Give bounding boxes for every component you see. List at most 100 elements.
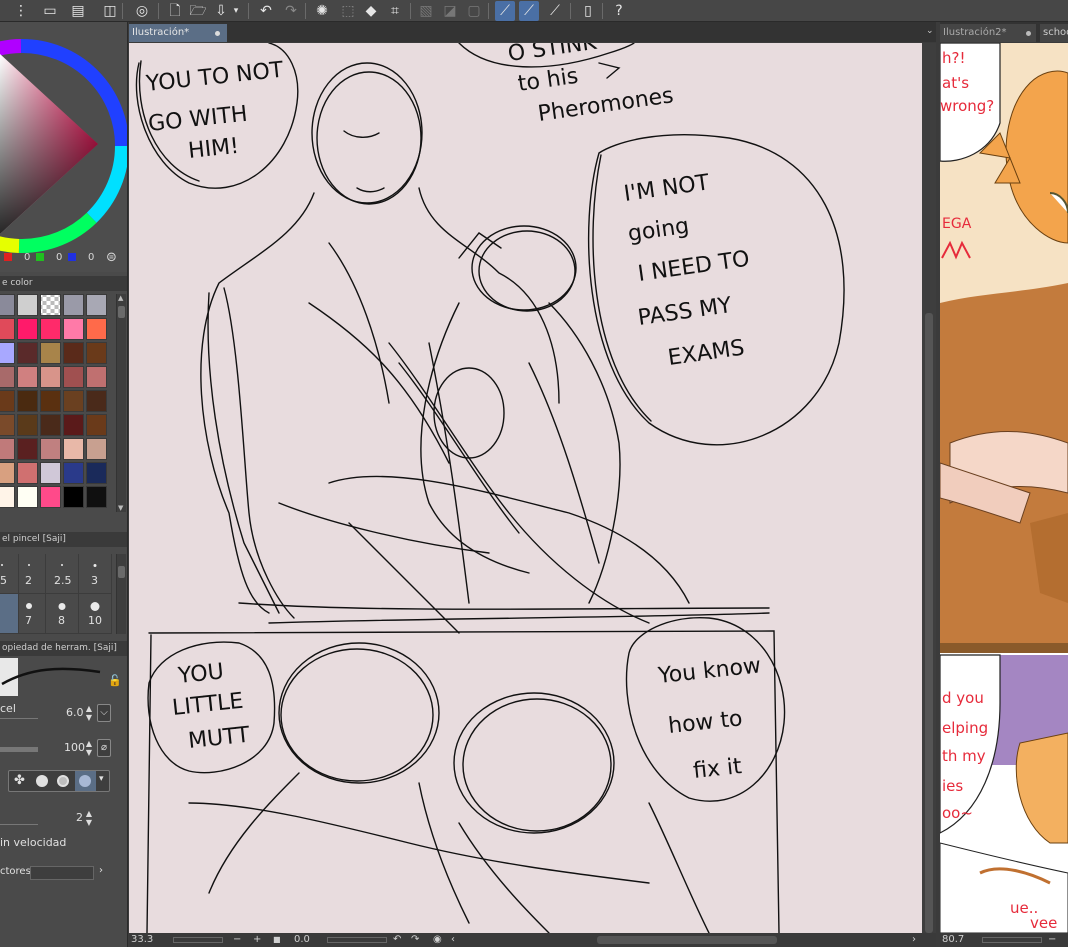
- save-icon[interactable]: ⇩: [211, 1, 231, 21]
- zoom-in-icon[interactable]: +: [253, 933, 261, 947]
- fit-icon[interactable]: ■: [273, 933, 281, 947]
- color-swatch[interactable]: [40, 294, 61, 316]
- vector-eraser-options[interactable]: [30, 866, 94, 880]
- color-swatch[interactable]: [86, 366, 107, 388]
- snap-grid-icon[interactable]: ⟋: [545, 1, 565, 21]
- color-swatch[interactable]: [17, 462, 38, 484]
- color-swatch[interactable]: [40, 366, 61, 388]
- color-swatch[interactable]: [0, 318, 15, 340]
- crop-icon[interactable]: ⌗: [385, 1, 405, 21]
- color-swatch[interactable]: [63, 486, 84, 508]
- color-swatch[interactable]: [63, 318, 84, 340]
- color-swatch[interactable]: [40, 462, 61, 484]
- zoom-out-icon-2[interactable]: −: [1048, 933, 1056, 947]
- color-swatch[interactable]: [63, 438, 84, 460]
- color-swatch[interactable]: [40, 414, 61, 436]
- color-swatch[interactable]: [17, 366, 38, 388]
- zoom-value-2[interactable]: 80.7: [942, 933, 964, 947]
- window-button[interactable]: ◫: [100, 1, 120, 21]
- color-swatch[interactable]: [86, 294, 107, 316]
- canvas-vertical-scrollbar[interactable]: [922, 43, 936, 933]
- color-swatch[interactable]: [0, 414, 15, 436]
- save-dropdown-icon[interactable]: ▾: [230, 1, 242, 21]
- brush-size-spinner[interactable]: ▲ ▼: [83, 704, 95, 722]
- panel-toggle-button[interactable]: ▭: [40, 1, 60, 21]
- color-swatch[interactable]: [63, 462, 84, 484]
- brush-tip-selected[interactable]: [75, 771, 96, 791]
- color-swatch[interactable]: [0, 390, 15, 412]
- color-swatch[interactable]: [86, 486, 107, 508]
- color-wheel[interactable]: [0, 22, 128, 272]
- reset-rotation-icon[interactable]: ◉: [433, 933, 442, 947]
- redo-icon[interactable]: ↷: [281, 1, 301, 21]
- loading-icon[interactable]: ✺: [312, 1, 332, 21]
- scroll-left-icon[interactable]: ‹: [451, 933, 455, 947]
- brush-tip-round-icon[interactable]: [36, 775, 48, 787]
- color-swatch[interactable]: [17, 294, 38, 316]
- chevron-right-icon[interactable]: ›: [99, 865, 103, 876]
- angle-value[interactable]: 0.0: [294, 933, 310, 947]
- brush-tip-soft-icon[interactable]: [57, 775, 69, 787]
- color-swatch[interactable]: [0, 438, 15, 460]
- velocity-label[interactable]: in velocidad: [0, 836, 66, 849]
- rotate-right-icon[interactable]: ↷: [411, 933, 419, 947]
- color-swatch[interactable]: [17, 486, 38, 508]
- color-swatch[interactable]: [40, 342, 61, 364]
- color-swatch[interactable]: [17, 414, 38, 436]
- brush-size-option[interactable]: 2: [13, 554, 46, 594]
- snap-special-ruler-icon[interactable]: ⟋: [519, 1, 539, 21]
- tab-ilustracion[interactable]: Ilustración*: [129, 24, 227, 42]
- drawing-canvas[interactable]: YOU TO NOT GO WITH HIM! O STINK to his P…: [129, 43, 922, 933]
- color-swatch[interactable]: [0, 294, 15, 316]
- tab-ilustracion2[interactable]: Ilustración2*: [940, 24, 1036, 42]
- zoom-slider-2[interactable]: [982, 937, 1042, 943]
- scroll-right-icon[interactable]: ›: [912, 933, 916, 947]
- brush-size-option[interactable]: 3: [79, 554, 112, 594]
- opacity-value[interactable]: 100: [64, 741, 85, 754]
- color-settings-icon[interactable]: ⊜: [106, 250, 117, 265]
- tab-school[interactable]: schoo: [1040, 24, 1068, 42]
- opacity-dynamics-button[interactable]: ⌀: [97, 739, 111, 757]
- color-swatch[interactable]: [17, 438, 38, 460]
- tone-icon[interactable]: ◪: [440, 1, 460, 21]
- brush-size-option[interactable]: 10: [79, 594, 112, 634]
- zoom-out-icon[interactable]: −: [233, 933, 241, 947]
- brush-size-dynamics-button[interactable]: ⌵: [97, 704, 111, 722]
- canvas-horizontal-scrollbar[interactable]: [597, 936, 777, 944]
- help-icon[interactable]: ?: [609, 1, 629, 21]
- zoom-value[interactable]: 33.3: [131, 933, 153, 947]
- stabilization-spinner[interactable]: ▲ ▼: [83, 809, 95, 827]
- opacity-spinner[interactable]: ▲ ▼: [83, 739, 95, 757]
- swatch-scrollbar[interactable]: ▲ ▼: [116, 294, 126, 512]
- color-swatch[interactable]: [86, 318, 107, 340]
- color-swatch[interactable]: [0, 366, 15, 388]
- new-file-icon[interactable]: 🗋: [165, 1, 185, 21]
- color-swatch[interactable]: [40, 486, 61, 508]
- reference-canvas[interactable]: h?! at's wrong? EGA d you elping th my i…: [940, 43, 1068, 933]
- lock-icon[interactable]: 🔓: [108, 674, 122, 687]
- frame-icon[interactable]: ▢: [464, 1, 484, 21]
- color-swatch[interactable]: [40, 318, 61, 340]
- snap-ruler-icon[interactable]: ⟋: [495, 1, 515, 21]
- color-swatch[interactable]: [63, 414, 84, 436]
- color-swatch[interactable]: [17, 318, 38, 340]
- open-folder-icon[interactable]: 🗁: [188, 1, 208, 21]
- brush-tip-dropdown-icon[interactable]: ▾: [99, 774, 104, 784]
- color-swatch[interactable]: [86, 462, 107, 484]
- color-swatch[interactable]: [86, 390, 107, 412]
- rotate-left-icon[interactable]: ↶: [393, 933, 401, 947]
- color-swatch[interactable]: [0, 486, 15, 508]
- color-swatch[interactable]: [0, 342, 15, 364]
- brush-tip-flat-icon[interactable]: ✤: [14, 773, 25, 788]
- brush-size-value[interactable]: 6.0: [66, 706, 84, 719]
- color-swatch[interactable]: [17, 390, 38, 412]
- color-swatch[interactable]: [17, 342, 38, 364]
- grid-icon[interactable]: ▧: [416, 1, 436, 21]
- device-icon[interactable]: ▯: [578, 1, 598, 21]
- brush-size-option[interactable]: 2.5: [46, 554, 79, 594]
- tab-menu-chevron-icon[interactable]: ⌄: [926, 26, 934, 36]
- color-swatch[interactable]: [63, 294, 84, 316]
- color-swatch[interactable]: [86, 438, 107, 460]
- brush-size-option[interactable]: 7: [13, 594, 46, 634]
- brush-size-scrollbar[interactable]: [116, 554, 126, 634]
